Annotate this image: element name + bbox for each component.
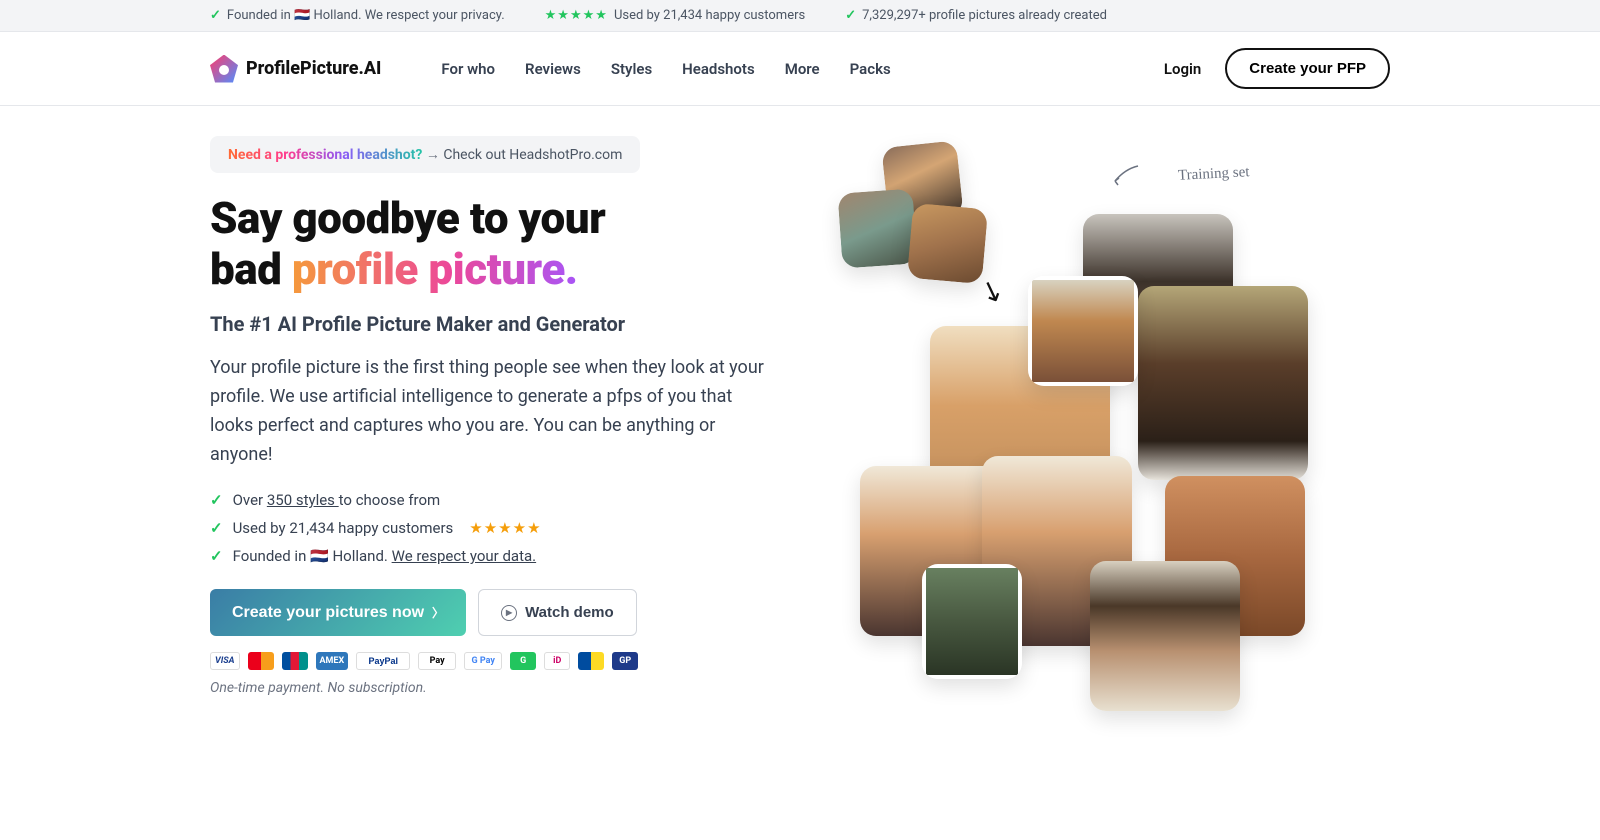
nav-headshots[interactable]: Headshots bbox=[682, 60, 755, 78]
create-pictures-button[interactable]: Create your pictures now 〉 bbox=[210, 589, 466, 636]
generated-image bbox=[922, 564, 1022, 679]
training-photo-2 bbox=[837, 188, 917, 268]
feature-list: ✓ Over 350 styles to choose from ✓ Used … bbox=[210, 491, 770, 565]
generated-image bbox=[1028, 276, 1138, 386]
header: ProfilePicture.AI For who Reviews Styles… bbox=[0, 32, 1600, 106]
check-icon: ✓ bbox=[210, 491, 223, 509]
mastercard-icon bbox=[248, 652, 274, 670]
hero-section: Need a professional headshot? → Check ou… bbox=[190, 106, 1410, 756]
headline: Say goodbye to your bad profile picture. bbox=[210, 193, 770, 294]
topbar-privacy: ✓ Founded in 🇳🇱 Holland. We respect your… bbox=[210, 8, 505, 23]
headline-line2a: bad bbox=[210, 243, 292, 295]
check-icon: ✓ bbox=[210, 8, 221, 23]
main-nav: For who Reviews Styles Headshots More Pa… bbox=[441, 60, 890, 78]
curve-arrow-icon bbox=[1110, 161, 1140, 191]
play-icon: ▶ bbox=[501, 605, 517, 621]
arrow-icon: → bbox=[426, 147, 440, 163]
amex-icon: AMEX bbox=[316, 652, 349, 670]
cta-primary-label: Create your pictures now bbox=[232, 604, 424, 622]
bancontact-icon bbox=[578, 652, 604, 670]
logo-icon bbox=[210, 55, 238, 83]
paypal-icon: PayPal bbox=[356, 652, 410, 670]
hero-left: Need a professional headshot? → Check ou… bbox=[210, 136, 770, 716]
generated-image bbox=[1138, 286, 1308, 480]
login-link[interactable]: Login bbox=[1164, 60, 1201, 78]
nav-more[interactable]: More bbox=[785, 60, 820, 78]
ideal-icon: iD bbox=[544, 652, 570, 670]
nav-packs[interactable]: Packs bbox=[850, 60, 891, 78]
create-pfp-button[interactable]: Create your PFP bbox=[1225, 48, 1390, 89]
feature-styles: ✓ Over 350 styles to choose from bbox=[210, 491, 770, 509]
feature-customers: ✓ Used by 21,434 happy customers ★★★★★ bbox=[210, 519, 770, 537]
topbar: ✓ Founded in 🇳🇱 Holland. We respect your… bbox=[0, 0, 1600, 32]
nav-styles[interactable]: Styles bbox=[611, 60, 652, 78]
visa-icon: VISA bbox=[210, 652, 240, 670]
unionpay-icon bbox=[282, 652, 308, 670]
feature-text: Founded in 🇳🇱 Holland. bbox=[233, 547, 392, 565]
promo-banner[interactable]: Need a professional headshot? → Check ou… bbox=[210, 136, 640, 173]
check-icon: ✓ bbox=[210, 519, 223, 537]
check-icon: ✓ bbox=[845, 8, 856, 23]
topbar-customers: ★★★★★ Used by 21,434 happy customers bbox=[545, 8, 806, 23]
arrow-down-icon: ↘ bbox=[975, 271, 1009, 311]
logo[interactable]: ProfilePicture.AI bbox=[210, 55, 381, 83]
logo-text: ProfilePicture.AI bbox=[246, 58, 381, 79]
check-icon: ✓ bbox=[210, 547, 223, 565]
stars-icon: ★★★★★ bbox=[469, 519, 541, 537]
watch-demo-button[interactable]: ▶ Watch demo bbox=[478, 589, 637, 636]
promo-text: Need a professional headshot? bbox=[228, 147, 422, 163]
grab-icon: G bbox=[510, 652, 536, 670]
topbar-text-1: Founded in 🇳🇱 Holland. We respect your p… bbox=[227, 8, 505, 23]
giropay-icon: GP bbox=[612, 652, 638, 670]
hero-collage: Training set ↘ bbox=[810, 136, 1390, 716]
training-photo-3 bbox=[907, 203, 988, 284]
generated-image bbox=[1090, 561, 1240, 711]
topbar-text-2: Used by 21,434 happy customers bbox=[614, 8, 805, 23]
nav-reviews[interactable]: Reviews bbox=[525, 60, 581, 78]
subhead: The #1 AI Profile Picture Maker and Gene… bbox=[210, 312, 770, 336]
payment-methods: VISA AMEX PayPal Pay G Pay G iD GP bbox=[210, 652, 770, 670]
promo-link: Check out HeadshotPro.com bbox=[443, 147, 622, 163]
cta-secondary-label: Watch demo bbox=[525, 604, 614, 621]
apple-pay-icon: Pay bbox=[418, 652, 456, 670]
headline-line1: Say goodbye to your bbox=[210, 192, 605, 244]
google-pay-icon: G Pay bbox=[464, 652, 502, 670]
training-set-label: Training set bbox=[1178, 164, 1250, 185]
body-text: Your profile picture is the first thing … bbox=[210, 354, 770, 469]
feature-text: Used by 21,434 happy customers bbox=[233, 519, 454, 537]
feature-privacy: ✓ Founded in 🇳🇱 Holland. We respect your… bbox=[210, 547, 770, 565]
stars-icon: ★★★★★ bbox=[545, 8, 608, 23]
chevron-right-icon: 〉 bbox=[432, 604, 444, 621]
feature-styles-link[interactable]: 350 styles bbox=[267, 491, 339, 509]
topbar-count: ✓ 7,329,297+ profile pictures already cr… bbox=[845, 8, 1107, 23]
topbar-text-3: 7,329,297+ profile pictures already crea… bbox=[862, 8, 1107, 23]
headline-gradient: profile picture. bbox=[292, 243, 578, 295]
feature-privacy-link[interactable]: We respect your data. bbox=[392, 547, 537, 565]
cta-row: Create your pictures now 〉 ▶ Watch demo bbox=[210, 589, 770, 636]
nav-for-who[interactable]: For who bbox=[441, 60, 495, 78]
feature-text: to choose from bbox=[339, 491, 441, 509]
fineprint: One-time payment. No subscription. bbox=[210, 680, 770, 696]
feature-text: Over bbox=[233, 491, 267, 509]
